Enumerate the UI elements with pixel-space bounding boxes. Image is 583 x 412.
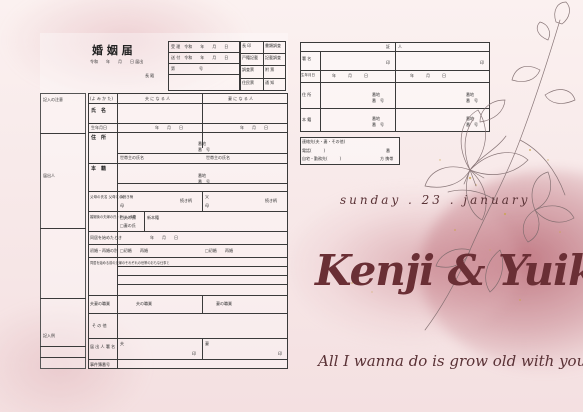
wedding-certificate-page: 婚 姻 届 令和 年 月 日 届出 長 殿 受 理 令和 年 月 日 送 付 令… bbox=[0, 0, 583, 412]
wedding-date: sunday . 23 . january bbox=[340, 193, 531, 207]
couple-names: Kenji & Yuiko bbox=[315, 246, 583, 295]
tagline: All I wanna do is grow old with you bbox=[318, 352, 583, 370]
